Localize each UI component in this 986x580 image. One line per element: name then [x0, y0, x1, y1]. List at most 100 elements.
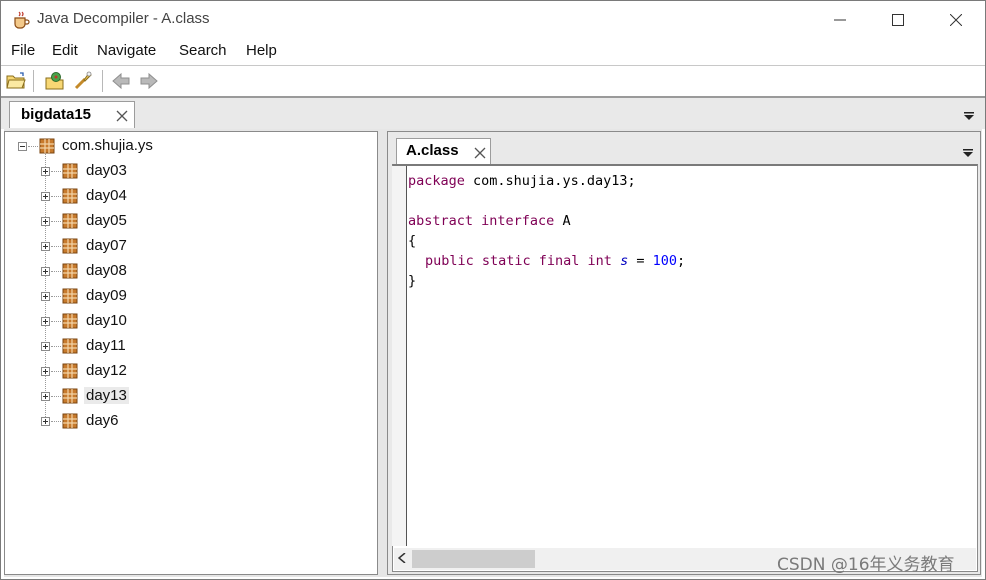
tree-item-label: day13	[84, 387, 129, 404]
maximize-icon	[892, 14, 904, 26]
package-icon	[62, 388, 78, 404]
expand-toggle-icon[interactable]	[41, 392, 50, 401]
tree-item-label: day04	[86, 187, 127, 204]
keyword: abstract interface	[408, 213, 555, 229]
forward-arrow-icon[interactable]	[138, 70, 160, 92]
tree-connector	[51, 346, 61, 347]
code-line-4: {	[408, 233, 416, 249]
code-text: com.shujia.ys.day13;	[464, 173, 636, 189]
expand-toggle-icon[interactable]	[41, 192, 50, 201]
scroll-left-arrow-icon[interactable]	[398, 553, 406, 563]
package-icon	[62, 338, 78, 354]
back-arrow-icon[interactable]	[110, 70, 132, 92]
tree-item-day6[interactable]: day6	[1, 410, 371, 432]
open-type-icon[interactable]	[44, 70, 66, 92]
code-text: {	[408, 233, 417, 249]
window-title: Java Decompiler - A.class	[37, 10, 210, 27]
java-decompiler-window: Java Decompiler - A.class File Edit Navi…	[0, 0, 986, 580]
field-name: s	[620, 253, 629, 269]
close-tab-icon[interactable]	[474, 147, 486, 159]
minimize-button[interactable]	[811, 1, 869, 39]
close-window-button[interactable]	[927, 1, 985, 39]
expand-toggle-icon[interactable]	[41, 167, 50, 176]
tab-bigdata15[interactable]: bigdata15	[9, 101, 135, 128]
tree-item-label: day11	[86, 337, 126, 354]
menu-help[interactable]: Help	[246, 42, 277, 59]
expand-toggle-icon[interactable]	[41, 217, 50, 226]
menu-bar: File Edit Navigate Search Help	[1, 39, 985, 65]
tree-item-label: day6	[86, 412, 119, 429]
code-text: }	[408, 273, 417, 289]
tree-item-day05[interactable]: day05	[1, 210, 371, 232]
expand-toggle-icon[interactable]	[41, 242, 50, 251]
expand-toggle-icon[interactable]	[41, 317, 50, 326]
tree-connector	[51, 421, 61, 422]
toolbar	[1, 66, 985, 96]
line-gutter	[392, 166, 407, 546]
tree-root-row[interactable]: com.shujia.ys	[1, 135, 371, 157]
tab-list-dropdown-icon[interactable]	[963, 149, 973, 157]
tree-connector	[51, 221, 61, 222]
expand-toggle-icon[interactable]	[41, 367, 50, 376]
tree-item-day11[interactable]: day11	[1, 335, 371, 357]
title-bar: Java Decompiler - A.class	[1, 1, 985, 39]
code-text: =	[628, 253, 653, 269]
menu-navigate[interactable]: Navigate	[97, 42, 156, 59]
scrollbar-thumb[interactable]	[412, 550, 535, 568]
tree-connector	[28, 146, 38, 147]
tree-item-label: day09	[86, 287, 127, 304]
tree-item-label: day10	[86, 312, 127, 329]
package-icon	[62, 363, 78, 379]
tree-item-day09[interactable]: day09	[1, 285, 371, 307]
tree-item-day10[interactable]: day10	[1, 310, 371, 332]
search-icon[interactable]	[72, 70, 94, 92]
menu-search[interactable]: Search	[179, 42, 227, 59]
code-line-6: }	[408, 273, 416, 289]
package-icon	[39, 138, 55, 154]
expand-toggle-icon[interactable]	[41, 292, 50, 301]
tree-connector	[51, 196, 61, 197]
tab-a-class[interactable]: A.class	[396, 138, 491, 164]
tree-item-label: day03	[86, 162, 127, 179]
tree-item-day03[interactable]: day03	[1, 160, 371, 182]
menu-edit[interactable]: Edit	[52, 42, 78, 59]
minimize-icon	[834, 19, 846, 21]
close-tab-icon[interactable]	[116, 110, 128, 122]
tree-item-day12[interactable]: day12	[1, 360, 371, 382]
package-icon	[62, 263, 78, 279]
package-icon	[62, 413, 78, 429]
tab-label: bigdata15	[21, 106, 92, 123]
close-icon	[950, 14, 962, 26]
tree-item-label: day12	[86, 362, 127, 379]
tree-connector	[51, 396, 61, 397]
keyword: public static final int	[425, 253, 612, 269]
code-text: A	[554, 213, 571, 229]
archive-tab-bar: bigdata15	[1, 98, 985, 129]
toolbar-separator	[102, 70, 103, 92]
watermark-text: CSDN @16年义务教育	[777, 555, 955, 575]
code-text: ;	[677, 253, 686, 269]
tree-item-label: day05	[86, 212, 127, 229]
collapse-toggle-icon[interactable]	[18, 142, 27, 151]
tab-label: A.class	[406, 142, 459, 159]
tab-list-dropdown-icon[interactable]	[964, 112, 974, 120]
open-file-icon[interactable]	[5, 70, 27, 92]
tree-item-day08[interactable]: day08	[1, 260, 371, 282]
tree-root-label: com.shujia.ys	[62, 137, 153, 154]
maximize-button[interactable]	[869, 1, 927, 39]
code-line-3: abstract interface A	[408, 213, 571, 229]
tree-item-day07[interactable]: day07	[1, 235, 371, 257]
tree-connector	[51, 371, 61, 372]
panel-splitter[interactable]	[380, 131, 386, 575]
tree-connector	[51, 171, 61, 172]
tree-item-day04[interactable]: day04	[1, 185, 371, 207]
expand-toggle-icon[interactable]	[41, 342, 50, 351]
tree-item-label: day08	[86, 262, 127, 279]
number-literal: 100	[652, 253, 677, 269]
expand-toggle-icon[interactable]	[41, 267, 50, 276]
package-icon	[62, 313, 78, 329]
tree-item-day13[interactable]: day13	[1, 385, 371, 407]
package-icon	[62, 288, 78, 304]
expand-toggle-icon[interactable]	[41, 417, 50, 426]
menu-file[interactable]: File	[11, 42, 35, 59]
